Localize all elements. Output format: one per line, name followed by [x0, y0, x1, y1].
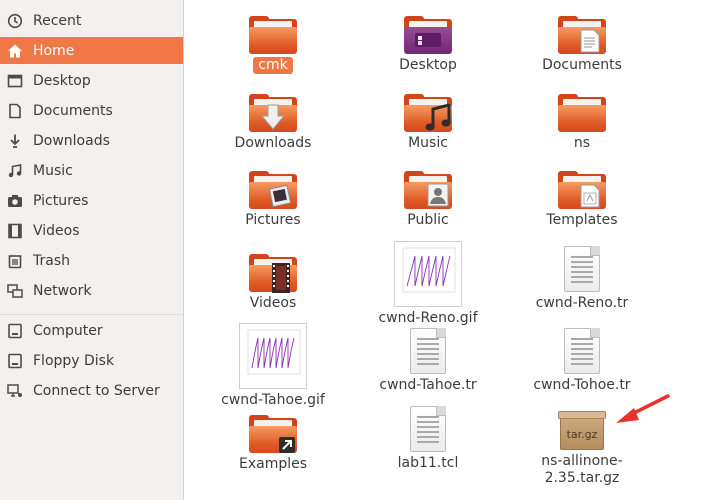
- sidebar-item-recent[interactable]: Recent: [0, 7, 183, 34]
- home-icon: [6, 42, 24, 60]
- file-item-cwnd-tahoe-gif[interactable]: cwnd-Tahoe.gif: [198, 323, 348, 409]
- sidebar-item-label: Home: [33, 42, 75, 59]
- file-item-videos[interactable]: Videos: [198, 254, 348, 312]
- clock-icon: [6, 12, 24, 30]
- sidebar-item-label: Network: [33, 282, 92, 299]
- file-item-public[interactable]: Public: [353, 171, 503, 229]
- sidebar-item-trash[interactable]: Trash: [0, 247, 183, 274]
- file-item-documents[interactable]: Documents: [507, 16, 657, 74]
- file-item-cwnd-tahoe-tr[interactable]: cwnd-Tahoe.tr: [353, 328, 503, 394]
- sidebar-item-desktop[interactable]: Desktop: [0, 67, 183, 94]
- text-file-icon: [410, 328, 446, 374]
- file-label: Documents: [542, 57, 622, 73]
- sidebar-item-label: Documents: [33, 102, 113, 119]
- file-label: Public: [407, 212, 449, 228]
- sidebar-item-label: Music: [33, 162, 73, 179]
- sidebar-item-music[interactable]: Music: [0, 157, 183, 184]
- file-item-desktop[interactable]: Desktop: [353, 16, 503, 74]
- documents-folder-icon: [558, 16, 606, 54]
- archive-icon-text: tar.gz: [566, 428, 598, 441]
- file-item-lab11-tcl[interactable]: lab11.tcl: [353, 406, 503, 472]
- desktop-icon: [6, 72, 24, 90]
- file-item-music[interactable]: Music: [353, 94, 503, 152]
- file-label: Templates: [546, 212, 618, 228]
- computer-icon: [6, 322, 24, 340]
- file-label: ns-allinone-2.35.tar.gz: [541, 453, 623, 486]
- sidebar-item-label: Computer: [33, 322, 103, 339]
- download-icon: [6, 132, 24, 150]
- folder-icon: [558, 94, 606, 132]
- file-item-cmk[interactable]: cmk: [198, 16, 348, 74]
- sidebar-item-label: Pictures: [33, 192, 89, 209]
- sidebar-item-label: Floppy Disk: [33, 352, 115, 369]
- file-label: ns: [573, 135, 591, 151]
- file-label: Videos: [249, 295, 297, 311]
- file-item-cwnd-tohoe-tr[interactable]: cwnd-Tohoe.tr: [507, 328, 657, 394]
- server-icon: [6, 382, 24, 400]
- sidebar-item-pictures[interactable]: Pictures: [0, 187, 183, 214]
- pictures-folder-icon: [249, 171, 297, 209]
- templates-folder-icon: [558, 171, 606, 209]
- sidebar-item-label: Desktop: [33, 72, 91, 89]
- file-label: cmk: [253, 57, 293, 74]
- annotation-arrow-icon: [616, 394, 670, 423]
- sidebar-item-documents[interactable]: Documents: [0, 97, 183, 124]
- file-item-templates[interactable]: Templates: [507, 171, 657, 229]
- folder-icon: [249, 16, 297, 54]
- desktop-folder-icon: [404, 16, 452, 54]
- sidebar-item-label: Downloads: [33, 132, 110, 149]
- file-label: Desktop: [399, 57, 457, 73]
- sidebar-item-label: Trash: [33, 252, 70, 269]
- file-label: Music: [408, 135, 448, 151]
- floppy-icon: [6, 352, 24, 370]
- sidebar-item-label: Connect to Server: [33, 382, 160, 399]
- file-item-examples[interactable]: Examples: [198, 415, 348, 473]
- music-icon: [6, 162, 24, 180]
- sidebar-item-label: Videos: [33, 222, 80, 239]
- downloads-folder-icon: [249, 94, 297, 132]
- file-label: Examples: [238, 456, 308, 472]
- sidebar-item-videos[interactable]: Videos: [0, 217, 183, 244]
- text-file-icon: [564, 328, 600, 374]
- image-thumbnail-icon: [394, 241, 462, 307]
- sidebar-item-label: Recent: [33, 12, 82, 29]
- music-folder-icon: [404, 94, 452, 132]
- camera-icon: [6, 192, 24, 210]
- text-file-icon: [410, 406, 446, 452]
- file-label: Downloads: [234, 135, 312, 151]
- sidebar-item-network[interactable]: Network: [0, 277, 183, 304]
- file-item-downloads[interactable]: Downloads: [198, 94, 348, 152]
- file-item-pictures[interactable]: Pictures: [198, 171, 348, 229]
- document-icon: [6, 102, 24, 120]
- file-label: cwnd-Reno.tr: [535, 295, 629, 311]
- image-thumbnail-icon: [239, 323, 307, 389]
- sidebar: Recent Home Desktop Documents Downloads …: [0, 0, 184, 500]
- file-label: cwnd-Tahoe.tr: [379, 377, 477, 393]
- file-label: lab11.tcl: [397, 455, 459, 471]
- sidebar-item-floppy-disk[interactable]: Floppy Disk: [0, 347, 183, 374]
- file-label: cwnd-Reno.gif: [378, 310, 478, 326]
- sidebar-item-connect-to-server[interactable]: Connect to Server: [0, 377, 183, 404]
- videos-folder-icon: [249, 254, 297, 293]
- file-label: Pictures: [245, 212, 301, 228]
- video-icon: [6, 222, 24, 240]
- archive-box-icon: tar.gz: [558, 411, 606, 450]
- trash-icon: [6, 252, 24, 270]
- file-item-cwnd-reno-gif[interactable]: cwnd-Reno.gif: [353, 241, 503, 327]
- network-icon: [6, 282, 24, 300]
- sidebar-item-downloads[interactable]: Downloads: [0, 127, 183, 154]
- file-label: cwnd-Tahoe.gif: [221, 392, 325, 408]
- text-file-icon: [564, 246, 600, 292]
- file-item-ns[interactable]: ns: [507, 94, 657, 152]
- folder-link-icon: [249, 415, 297, 453]
- sidebar-item-home[interactable]: Home: [0, 37, 183, 64]
- public-folder-icon: [404, 171, 452, 209]
- sidebar-divider: [0, 314, 183, 315]
- sidebar-item-computer[interactable]: Computer: [0, 317, 183, 344]
- file-item-cwnd-reno-tr[interactable]: cwnd-Reno.tr: [507, 246, 657, 312]
